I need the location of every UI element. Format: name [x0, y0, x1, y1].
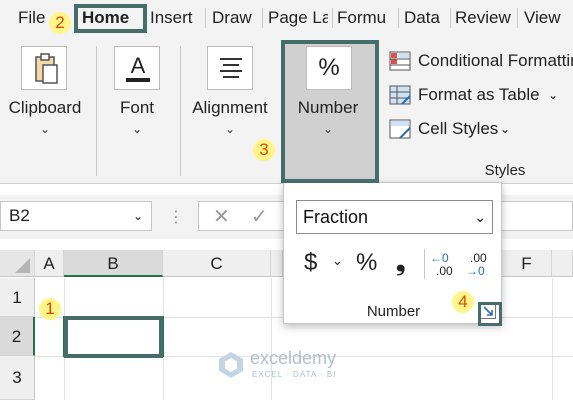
column-header[interactable]: F — [502, 250, 552, 277]
select-all-corner[interactable] — [0, 250, 35, 277]
conditional-formatting-button[interactable]: Conditional Formatting — [388, 48, 573, 74]
alignment-icon — [207, 46, 253, 90]
chevron-down-icon: ⌄ — [39, 122, 51, 136]
decrease-decimal-top: .00 — [470, 251, 487, 265]
conditional-formatting-label: Conditional Formatting — [418, 51, 573, 70]
step-badge-4: 4 — [452, 291, 474, 313]
column-header[interactable]: A — [35, 250, 64, 277]
chevron-down-icon: ⌄ — [224, 122, 236, 136]
cell-styles-icon — [389, 119, 411, 139]
chevron-down-icon: ⌄ — [548, 88, 559, 102]
cell-styles-label: Cell Styles — [418, 119, 499, 138]
watermark-tagline: EXCEL · DATA · BI — [252, 370, 337, 379]
grid-line — [552, 278, 553, 400]
exceldemy-logo-icon — [219, 352, 243, 378]
row-header[interactable]: 1 — [0, 278, 35, 317]
styles-label: Styles — [484, 162, 526, 179]
decrease-decimal-button[interactable]: .00 →0 — [466, 251, 494, 281]
tab-file[interactable]: File — [18, 5, 45, 31]
tab-separator — [332, 8, 333, 28]
font-color-icon: A — [114, 46, 160, 90]
step-badge-2: 2 — [49, 12, 71, 34]
percent-style-button[interactable]: % — [356, 249, 377, 277]
button-separator — [424, 249, 425, 279]
launcher-highlight — [478, 302, 502, 326]
clipboard-icon — [21, 46, 67, 90]
chevron-down-icon: ⌄ — [474, 209, 486, 225]
tab-separator — [517, 8, 518, 28]
column-header-d[interactable] — [271, 250, 283, 277]
column-header[interactable]: B — [64, 250, 163, 277]
name-box-value: B2 — [9, 206, 30, 225]
conditional-formatting-icon — [389, 51, 411, 71]
format-as-table-icon — [389, 85, 411, 105]
chevron-down-icon[interactable]: ⌄ — [332, 253, 343, 269]
name-box[interactable]: B2 ⌄ — [0, 201, 152, 231]
comma-style-button[interactable]: ❟ — [396, 249, 405, 277]
tab-formulas[interactable]: Formu — [337, 5, 395, 31]
tab-view[interactable]: View — [524, 5, 561, 31]
accounting-format-button[interactable]: $ — [304, 249, 317, 277]
chevron-down-icon: ⌄ — [131, 122, 143, 136]
tab-separator — [205, 8, 206, 28]
cancel-icon[interactable]: ✕ — [213, 204, 230, 229]
group-separator — [180, 46, 181, 176]
chevron-down-icon: ⌄ — [132, 209, 143, 223]
number-format-select[interactable]: Fraction ⌄ — [296, 200, 493, 234]
step-badge-1: 1 — [39, 298, 61, 320]
group-separator — [96, 46, 97, 176]
decrease-decimal-bottom: →0 — [466, 264, 485, 278]
format-as-table-label: Format as Table — [418, 85, 540, 104]
cell-b2-highlight — [64, 316, 163, 358]
grid-line — [271, 278, 272, 400]
row-header[interactable]: 2 — [0, 317, 35, 356]
more-icon: ⋮ — [168, 209, 184, 226]
number-format-value: Fraction — [303, 207, 369, 227]
row-header[interactable]: 3 — [0, 356, 35, 400]
increase-decimal-button[interactable]: ←0 .00 — [430, 251, 458, 281]
tab-draw[interactable]: Draw — [212, 5, 252, 31]
watermark-name: exceldemy — [250, 348, 337, 368]
number-group-highlight — [281, 40, 379, 183]
home-tab-highlight — [74, 4, 147, 33]
increase-decimal-bottom: .00 — [436, 264, 453, 278]
chevron-down-icon: ⌄ — [500, 122, 511, 136]
cell-styles-button[interactable]: Cell Styles ⌄ — [388, 116, 573, 142]
tab-separator — [450, 8, 451, 28]
step-badge-3: 3 — [253, 139, 275, 161]
confirm-icon[interactable]: ✓ — [251, 204, 268, 229]
alignment-label: Alignment — [192, 98, 268, 117]
svg-text:A: A — [131, 53, 146, 78]
format-as-table-button[interactable]: Format as Table ⌄ — [388, 82, 573, 108]
tab-separator — [262, 8, 263, 28]
increase-decimal-top: ←0 — [430, 251, 449, 265]
tab-review[interactable]: Review — [455, 5, 511, 31]
tab-insert[interactable]: Insert — [150, 5, 193, 31]
tab-data[interactable]: Data — [404, 5, 440, 31]
font-label: Font — [119, 98, 155, 117]
tab-page-layout[interactable]: Page La — [268, 5, 328, 31]
column-header-blank[interactable] — [552, 250, 573, 277]
column-header[interactable]: C — [163, 250, 271, 277]
clipboard-label: Clipboard — [8, 98, 82, 117]
tab-separator — [398, 8, 399, 28]
